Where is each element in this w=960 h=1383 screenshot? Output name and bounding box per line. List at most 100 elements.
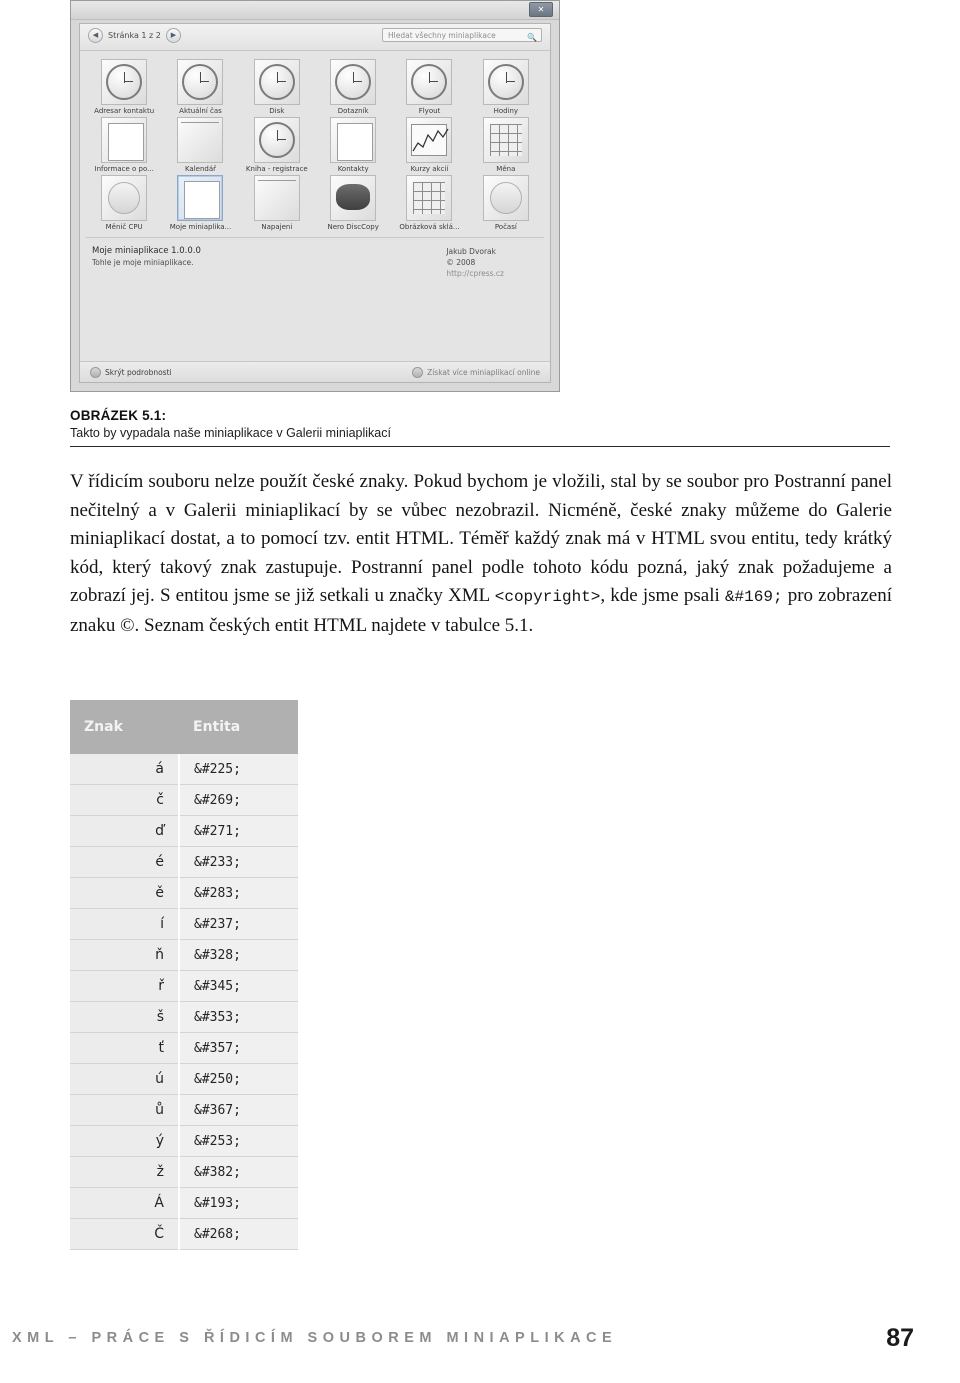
gadget-label: Nero DiscCopy [327,223,379,231]
cell-znak: Á [70,1187,180,1219]
table-header-row: Znak Entita [70,700,298,754]
cell-znak: ú [70,1063,180,1095]
column-header-znak: Znak [70,700,179,754]
table-row: š &#353; [70,1001,298,1033]
get-more-label: Získat více miniaplikací online [427,368,540,377]
cell-entita: &#225; [179,754,298,785]
cell-entita: &#328; [179,939,298,971]
gadget-label: Měna [496,165,516,173]
hide-details-button[interactable]: Skrýt podrobnosti [90,367,172,378]
gadget-url[interactable]: http://cpress.cz [446,268,504,279]
clock-icon [258,64,295,100]
figure-label: OBRÁZEK 5.1: [70,408,167,423]
gadget-tile[interactable]: Aktuální čas [162,59,238,115]
gadget-tile[interactable]: Informace o po... [86,117,162,173]
gadget-tile-selected[interactable]: Moje miniaplika... [162,175,238,231]
gadget-thumbnail [253,175,300,221]
clock-icon [182,64,219,100]
gadget-author-block: Jakub Dvorak © 2008 http://cpress.cz [446,246,504,279]
search-icon: 🔍 [527,33,537,42]
cell-znak: Č [70,1218,180,1250]
gadget-tile[interactable]: Flyout [391,59,467,115]
gadget-tile[interactable]: Měna [468,117,544,173]
gadget-tile[interactable]: Napajeni [239,175,315,231]
gadget-tile[interactable]: Kurzy akcií [391,117,467,173]
gadget-tile[interactable]: Měnič CPU [86,175,162,231]
cell-entita: &#367; [179,1094,298,1126]
prev-page-icon[interactable]: ◀ [88,28,103,43]
gadget-label: Kurzy akcií [410,165,449,173]
gadget-thumbnail [406,59,453,105]
gadget-label: Kalendář [184,165,217,173]
gadget-thumbnail [330,59,377,105]
gadget-thumbnail [482,175,529,221]
gadget-thumbnail [253,59,300,105]
gadget-thumbnail [101,59,148,105]
table-row: ú &#250; [70,1063,298,1095]
gadget-label: Počasí [494,223,517,231]
gadget-thumbnail [406,175,453,221]
gadget-label: Flyout [418,107,441,115]
currency-icon [489,124,522,156]
gallery-window: ◀ Stránka 1 z 2 ▶ Hledat všechny miniapl… [79,23,551,383]
cell-znak: ř [70,970,180,1002]
gadget-tile[interactable]: Hodiny [468,59,544,115]
cell-entita: &#353; [179,1001,298,1033]
gadget-thumbnail [253,117,300,163]
get-more-gadgets-link[interactable]: Získat více miniaplikací online [412,367,540,378]
body-text-3: , kde jsme psali [600,585,725,606]
cell-znak: ž [70,1156,180,1188]
column-header-entita: Entita [179,700,298,754]
cell-entita: &#283; [179,877,298,909]
gadget-label: Obrázková sklá... [399,223,460,231]
clock-icon [335,64,372,100]
close-icon[interactable]: ✕ [529,2,553,17]
gadget-thumbnail [330,117,377,163]
cell-entita: &#357; [179,1032,298,1064]
caption-divider [70,446,890,447]
gadget-tile[interactable]: Kontakty [315,117,391,173]
gadget-copyright: © 2008 [446,258,476,267]
table-row: ě &#283; [70,877,298,909]
gallery-statusbar: Skrýt podrobnosti Získat více miniaplika… [80,361,550,382]
gadget-tile[interactable]: Kniha - registrace [239,117,315,173]
cell-entita: &#269; [179,784,298,816]
gadget-tile[interactable]: Nero DiscCopy [315,175,391,231]
power-icon [257,180,296,181]
stocks-icon [411,124,449,156]
gadget-label: Hodiny [493,107,519,115]
cell-entita: &#237; [179,908,298,940]
clock-icon [258,122,295,158]
cpu-icon [108,182,141,214]
next-page-icon[interactable]: ▶ [165,28,181,43]
gadget-thumbnail [101,175,148,221]
search-input[interactable]: Hledat všechny miniaplikace 🔍 [382,28,542,42]
gadget-tile[interactable]: Disk [239,59,315,115]
gadget-tile[interactable]: Kalendář [162,117,238,173]
pager: ◀ Stránka 1 z 2 ▶ [88,28,181,43]
table-row: Á &#193; [70,1187,298,1219]
gadget-label: Disk [269,107,285,115]
table-row: á &#225; [70,754,298,785]
slideshow-icon [413,182,446,214]
table-row: ť &#357; [70,1032,298,1064]
cell-entita: &#268; [179,1218,298,1250]
inline-code-copyright: <copyright> [494,588,601,606]
gadget-tile[interactable]: Obrázková sklá... [391,175,467,231]
note-icon [108,123,145,161]
disc-icon [336,184,371,210]
chevron-up-icon [90,367,101,378]
running-head: XML – PRÁCE S ŘÍDICÍM SOUBOREM MINIAPLIK… [12,1330,618,1346]
body-paragraph: V řídicím souboru nelze použít české zna… [70,468,892,640]
gadget-tile[interactable]: Počasí [468,175,544,231]
page-label: Stránka 1 z 2 [108,31,161,40]
table-row: ů &#367; [70,1094,298,1126]
cell-znak: á [70,754,180,785]
gadget-details-panel: Moje miniaplikace 1.0.0.0 Tohle je moje … [86,237,544,320]
gadget-tile[interactable]: Adresar kontaktu [86,59,162,115]
cell-entita: &#253; [179,1125,298,1157]
gadget-tile[interactable]: Dotazník [315,59,391,115]
gadget-label: Kniha - registrace [245,165,308,173]
gadget-thumbnail [177,59,224,105]
gadget-label: Napajeni [261,223,293,231]
